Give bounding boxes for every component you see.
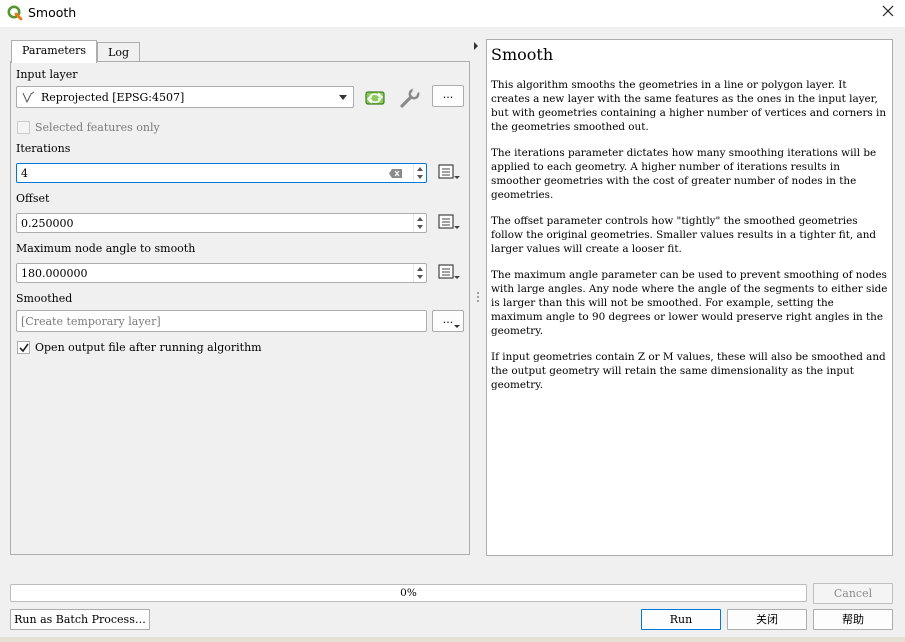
window-title: Smooth bbox=[28, 5, 77, 20]
chevron-down-icon bbox=[339, 95, 347, 100]
close-button[interactable]: 关闭 bbox=[727, 609, 807, 630]
input-layer-combo[interactable]: Reprojected [EPSG:4507] bbox=[16, 86, 354, 108]
smoothed-more-button[interactable]: ... bbox=[432, 310, 464, 332]
spin-arrows[interactable] bbox=[413, 264, 426, 282]
help-button[interactable]: 帮助 bbox=[813, 609, 893, 630]
line-layer-icon bbox=[22, 91, 35, 104]
iterations-spinbox[interactable]: 4 bbox=[16, 163, 427, 183]
iterations-value: 4 bbox=[21, 167, 28, 180]
help-paragraph: The maximum angle parameter can be used … bbox=[491, 269, 888, 337]
help-title: Smooth bbox=[491, 45, 554, 64]
spin-arrows[interactable] bbox=[413, 164, 426, 182]
spin-arrows[interactable] bbox=[413, 214, 426, 232]
chevron-down-icon bbox=[454, 325, 460, 328]
batch-process-button[interactable]: Run as Batch Process… bbox=[10, 609, 150, 630]
help-paragraph: This algorithm smooths the geometries in… bbox=[491, 79, 887, 133]
run-button[interactable]: Run bbox=[641, 609, 721, 630]
tab-bar: Parameters Log bbox=[11, 40, 141, 63]
max-angle-spinbox[interactable]: 180.000000 bbox=[16, 263, 427, 283]
checkmark-icon bbox=[19, 343, 29, 353]
open-output-checkbox[interactable] bbox=[17, 341, 30, 354]
open-output-label: Open output file after running algorithm bbox=[35, 341, 262, 354]
wrench-icon[interactable] bbox=[398, 86, 422, 110]
selected-only-checkbox[interactable] bbox=[17, 121, 30, 134]
max-angle-label: Maximum node angle to smooth bbox=[16, 242, 196, 255]
smoothed-output-field[interactable]: [Create temporary layer] bbox=[16, 310, 427, 332]
tab-log[interactable]: Log bbox=[97, 42, 141, 62]
clear-icon[interactable] bbox=[389, 169, 402, 178]
tab-parameters[interactable]: Parameters bbox=[11, 40, 98, 63]
data-defined-override-icon[interactable] bbox=[437, 163, 461, 181]
splitter-handle[interactable] bbox=[477, 292, 479, 302]
background-strip bbox=[0, 637, 905, 642]
cancel-button[interactable]: Cancel bbox=[813, 583, 893, 604]
help-panel: Smooth This algorithm smooths the geomet… bbox=[486, 39, 893, 556]
collapse-help-icon[interactable] bbox=[474, 42, 478, 50]
smoothed-placeholder: [Create temporary layer] bbox=[21, 315, 161, 328]
offset-spinbox[interactable]: 0.250000 bbox=[16, 213, 427, 233]
help-paragraph: The offset parameter controls how "tight… bbox=[491, 215, 877, 255]
data-defined-override-icon[interactable] bbox=[437, 263, 461, 281]
offset-label: Offset bbox=[16, 192, 50, 205]
progress-label: 0% bbox=[400, 587, 417, 599]
iterations-label: Iterations bbox=[16, 142, 71, 155]
title-bar: Smooth bbox=[0, 0, 905, 27]
input-layer-label: Input layer bbox=[16, 68, 78, 81]
qgis-icon bbox=[7, 5, 23, 21]
progress-bar: 0% bbox=[10, 584, 807, 602]
help-paragraph: If input geometries contain Z or M value… bbox=[491, 351, 886, 391]
max-angle-value: 180.000000 bbox=[21, 267, 88, 280]
close-icon[interactable] bbox=[881, 4, 895, 18]
input-layer-value: Reprojected [EPSG:4507] bbox=[41, 91, 185, 104]
help-paragraph: The iterations parameter dictates how ma… bbox=[491, 147, 877, 201]
selected-only-label: Selected features only bbox=[35, 121, 160, 134]
offset-value: 0.250000 bbox=[21, 217, 74, 230]
smoothed-label: Smoothed bbox=[16, 292, 73, 305]
input-layer-more-button[interactable]: ... bbox=[432, 85, 464, 107]
data-defined-override-icon[interactable] bbox=[437, 213, 461, 231]
parameters-panel: Input layer Reprojected [EPSG:4507] ... … bbox=[10, 61, 470, 555]
iterate-icon[interactable] bbox=[363, 86, 387, 110]
